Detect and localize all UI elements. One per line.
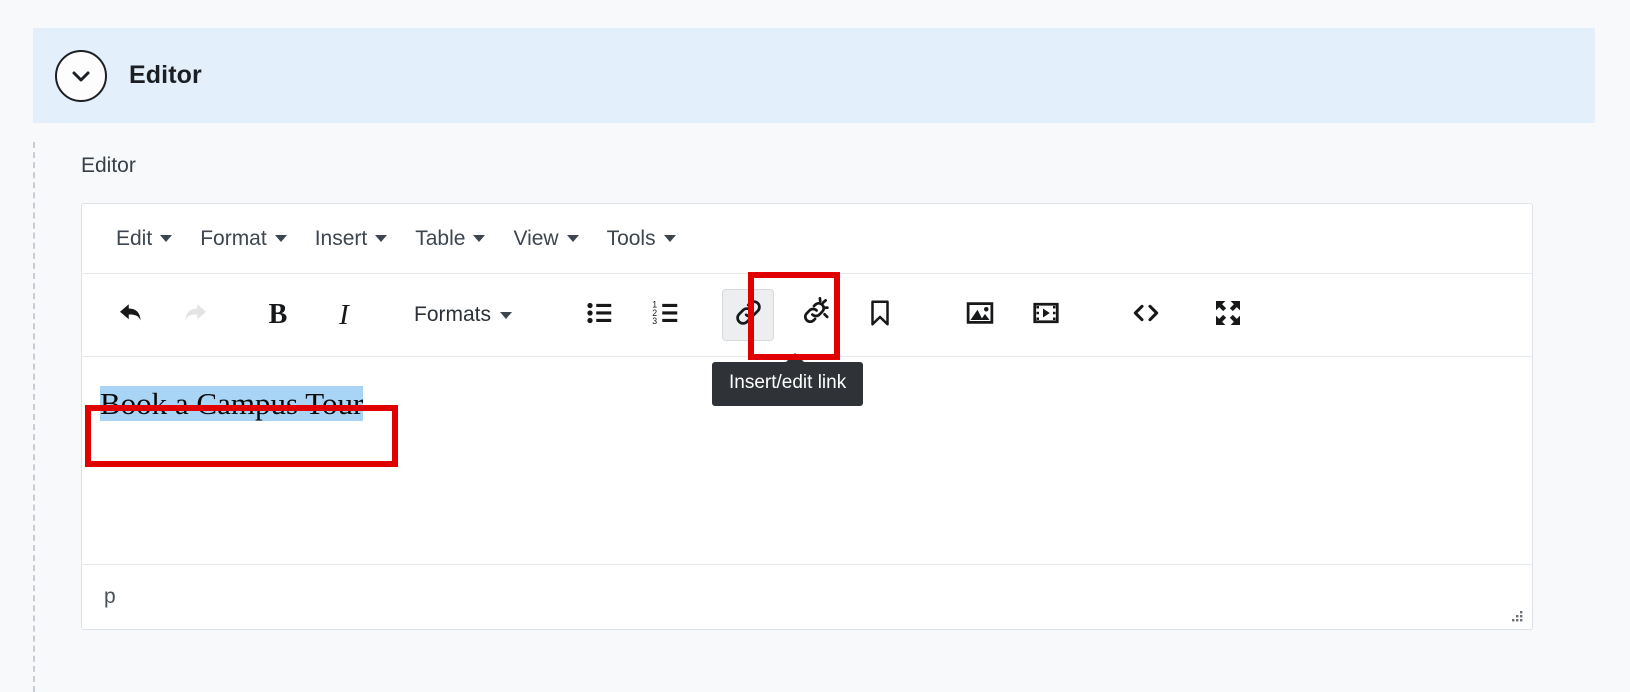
numbered-list-button[interactable]: 1 2 3	[640, 289, 692, 341]
editor-page: Editor Editor Edit Format Insert Table V…	[0, 0, 1630, 692]
link-icon	[733, 297, 764, 333]
menu-insert[interactable]: Insert	[301, 221, 402, 257]
formats-label: Formats	[414, 303, 492, 326]
italic-icon: I	[339, 298, 349, 331]
fullscreen-button[interactable]	[1202, 289, 1254, 341]
selected-paragraph-text[interactable]: Book a Campus Tour	[100, 386, 364, 422]
source-code-button[interactable]	[1120, 289, 1172, 341]
menu-table[interactable]: Table	[401, 221, 499, 257]
link-toolbar-button[interactable]	[722, 289, 775, 341]
italic-button[interactable]: I	[318, 289, 370, 341]
menu-edit[interactable]: Edit	[102, 221, 186, 257]
menu-table-label: Table	[415, 226, 466, 250]
image-button[interactable]	[954, 289, 1006, 341]
formats-dropdown[interactable]: Formats	[400, 289, 526, 341]
unlink-icon	[799, 296, 830, 333]
page-title: Editor	[129, 61, 202, 89]
menu-view[interactable]: View	[499, 221, 592, 257]
bold-button[interactable]: B	[252, 289, 304, 341]
menu-edit-label: Edit	[116, 226, 153, 250]
undo-button[interactable]	[104, 289, 156, 341]
editor-toolbar: B I Formats 1 2 3	[82, 274, 1532, 357]
bold-icon: B	[268, 299, 288, 330]
chevron-down-icon[interactable]	[55, 49, 107, 102]
bullet-list-button[interactable]	[574, 289, 626, 341]
rich-text-editor: Edit Format Insert Table View Tools B I …	[81, 203, 1533, 630]
editor-panel-header[interactable]: Editor	[33, 28, 1595, 123]
numbered-list-icon: 1 2 3	[651, 298, 681, 333]
tooltip-text: Insert/edit link	[729, 372, 847, 393]
menu-tools[interactable]: Tools	[593, 221, 690, 257]
fullscreen-icon	[1212, 297, 1244, 334]
unlink-button[interactable]	[788, 289, 840, 341]
undo-icon	[115, 298, 145, 333]
resize-handle[interactable]	[1508, 607, 1524, 623]
menu-insert-label: Insert	[314, 226, 368, 250]
chevron-down-icon	[566, 235, 579, 242]
svg-text:3: 3	[652, 316, 657, 326]
source-code-icon	[1130, 297, 1162, 334]
redo-button[interactable]	[170, 289, 222, 341]
menu-view-label: View	[513, 226, 559, 250]
chevron-down-icon	[500, 311, 513, 319]
editor-menubar: Edit Format Insert Table View Tools	[82, 204, 1532, 274]
media-button[interactable]	[1020, 289, 1072, 341]
anchor-button[interactable]	[854, 289, 906, 341]
chevron-down-icon	[274, 235, 287, 242]
selected-text-run[interactable]: Book a Campus Tour	[100, 386, 364, 421]
redo-icon	[181, 298, 211, 333]
image-icon	[965, 298, 995, 333]
editor-statusbar: p	[82, 565, 1532, 629]
bookmark-icon	[865, 298, 895, 333]
editor-field-label: Editor	[81, 154, 136, 177]
tooltip-arrow	[786, 353, 804, 362]
layout-guide-line	[33, 142, 35, 692]
chevron-down-icon	[375, 235, 388, 242]
menu-format-label: Format	[200, 226, 267, 250]
media-icon	[1031, 298, 1061, 333]
menu-format[interactable]: Format	[186, 221, 301, 257]
menu-tools-label: Tools	[606, 226, 656, 250]
chevron-down-icon	[663, 235, 676, 242]
link-button-tooltip: Insert/edit link	[712, 353, 864, 406]
element-path[interactable]: p	[104, 585, 116, 609]
chevron-down-icon	[160, 235, 173, 242]
bullet-list-icon	[585, 298, 615, 333]
chevron-down-icon	[473, 235, 486, 242]
